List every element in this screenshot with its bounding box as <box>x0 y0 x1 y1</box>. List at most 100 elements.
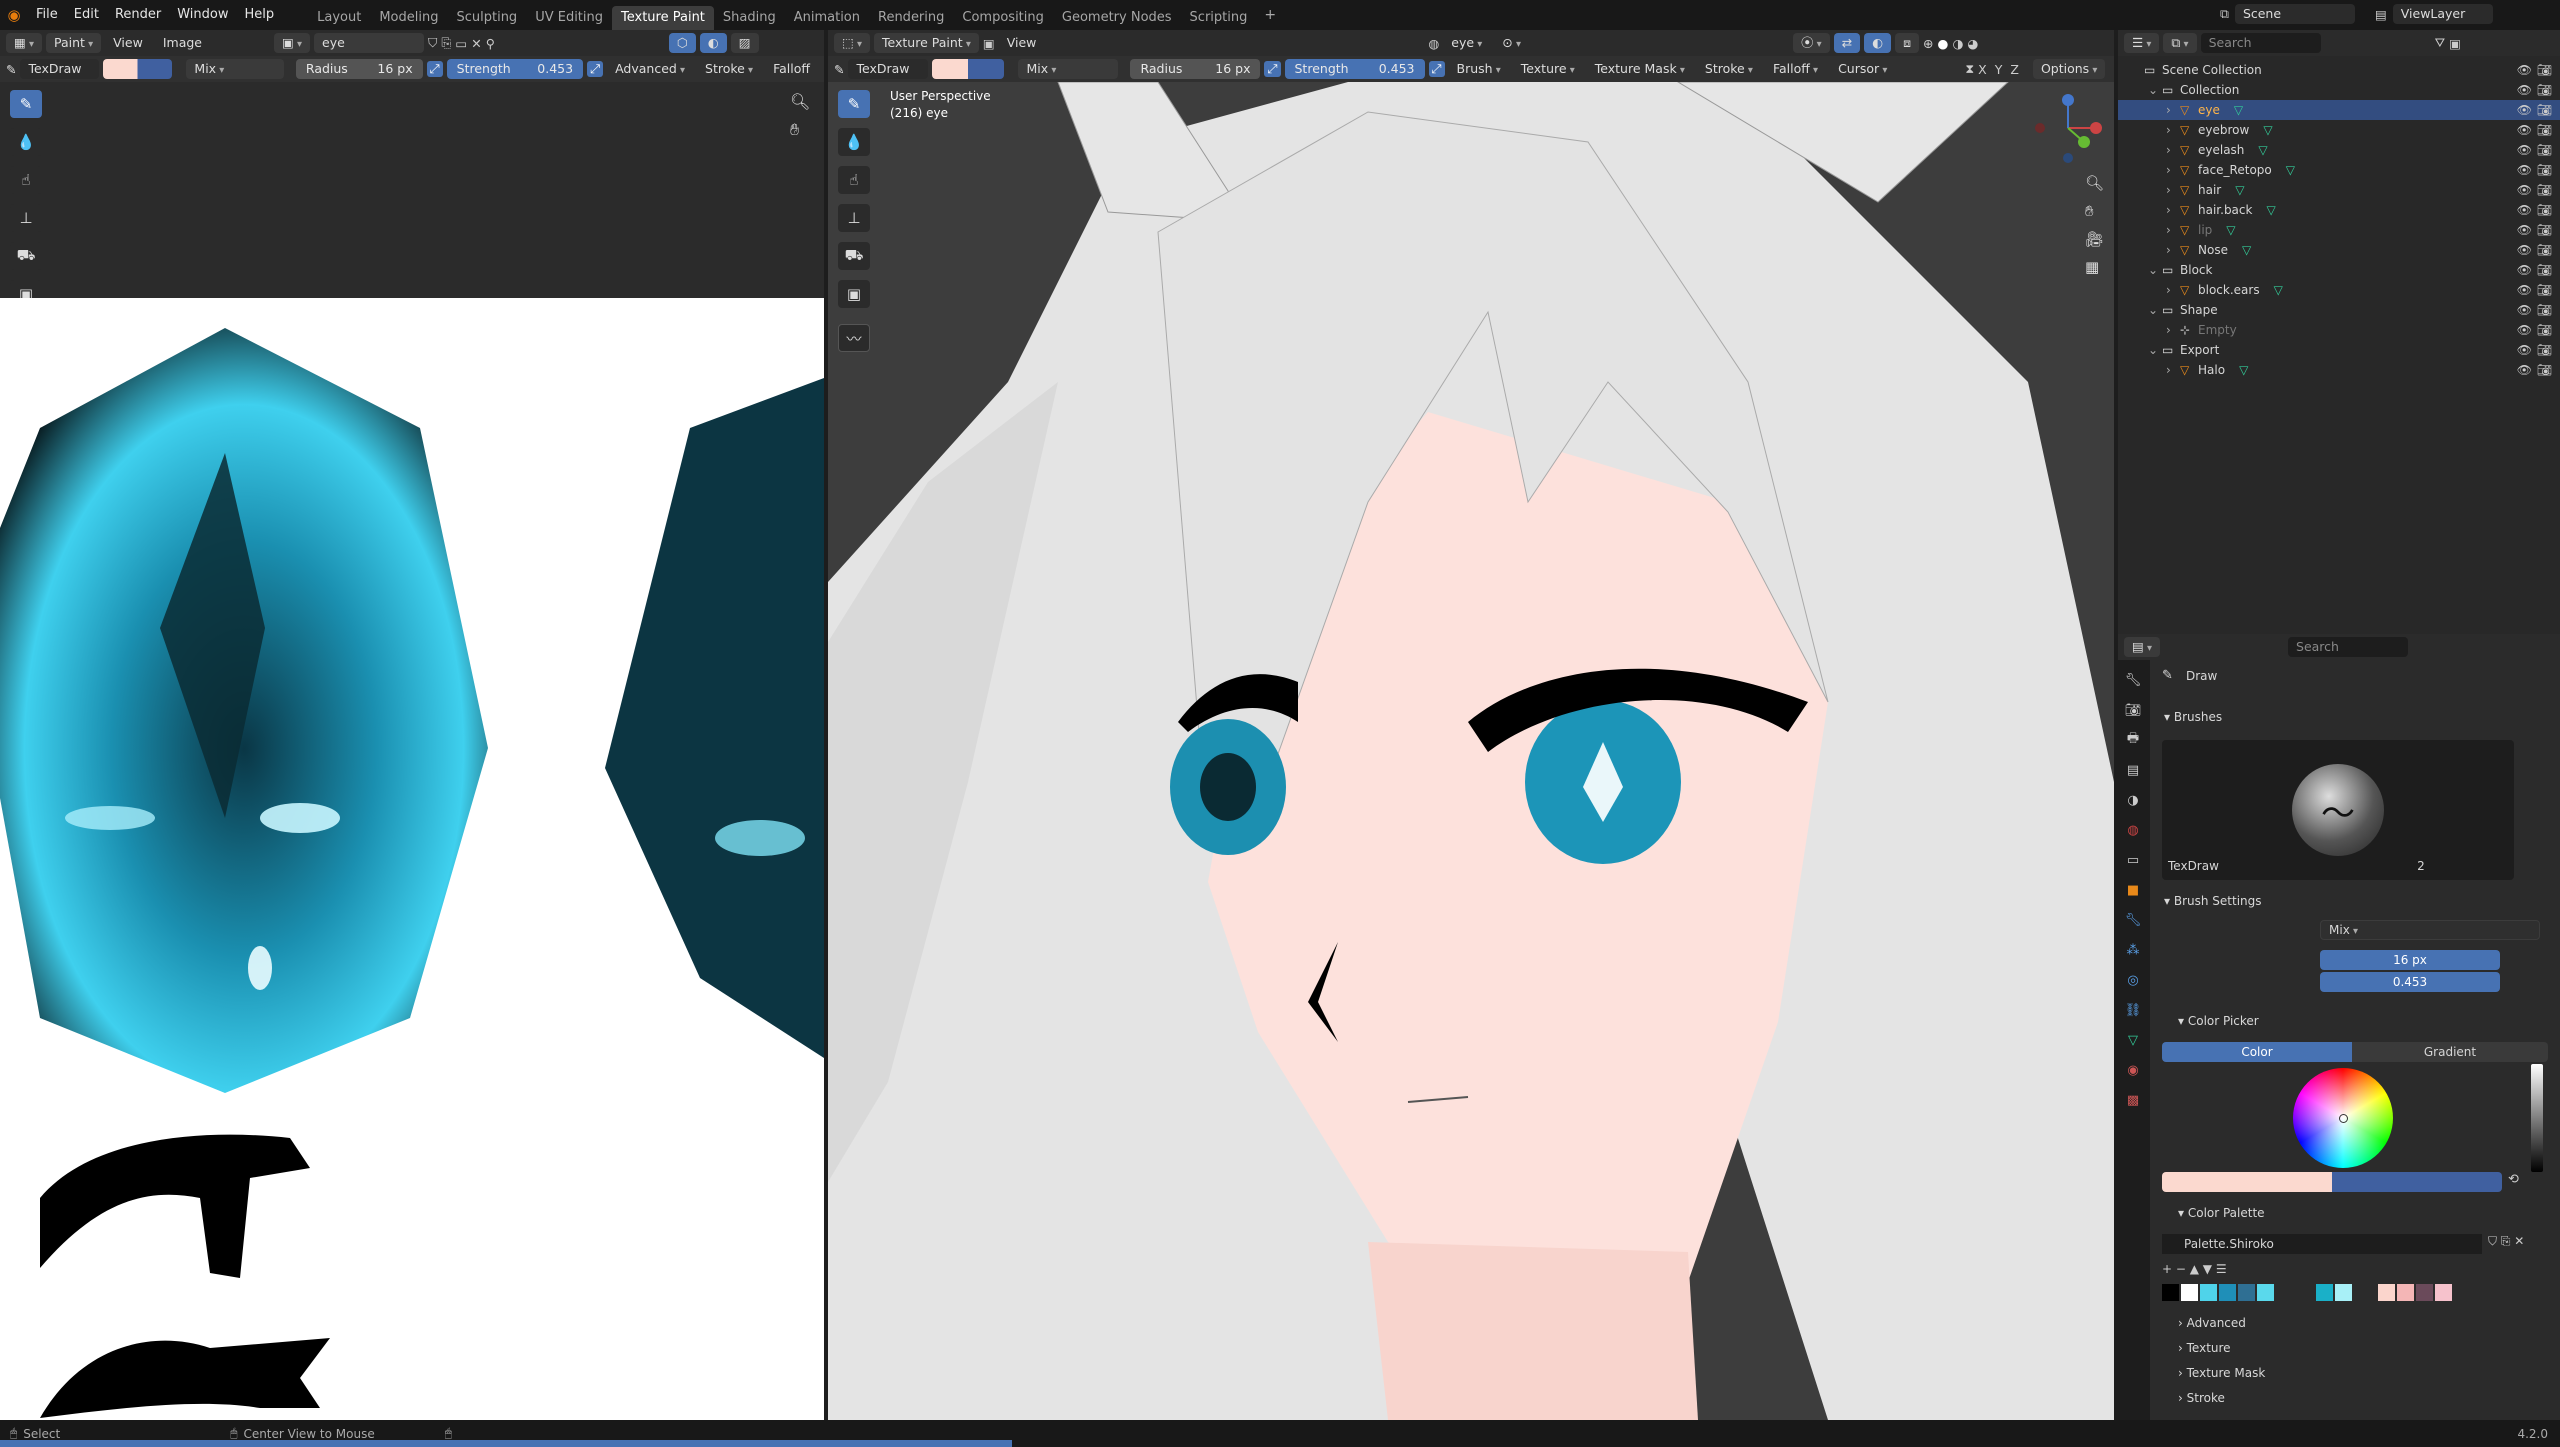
image-strength-field[interactable]: Strength 0.453 <box>446 59 584 79</box>
smear-tool-icon[interactable]: ☝ <box>838 166 870 194</box>
view-layer-tab-icon[interactable]: ▤ <box>2123 760 2143 780</box>
visibility-eye-icon[interactable]: 👁︎ <box>2517 123 2532 137</box>
palette-color-swatch[interactable] <box>2219 1284 2236 1301</box>
brush-users-count[interactable]: 2 <box>2386 856 2456 876</box>
filter-icon[interactable]: ⛛ <box>2435 35 2446 51</box>
menu-help[interactable]: Help <box>237 0 283 30</box>
outliner-row[interactable]: ▭ Scene Collection 👁︎ 📷︎ <box>2118 60 2560 80</box>
outliner-row[interactable]: › ▽ block.ears ▽ 👁︎ 📷︎ <box>2118 280 2560 300</box>
outliner-row[interactable]: › ▽ eyelash ▽ 👁︎ 📷︎ <box>2118 140 2560 160</box>
subpanel-texture-mask[interactable]: › Texture Mask <box>2178 1366 2538 1391</box>
expand-arrow-icon[interactable]: › <box>2166 203 2180 217</box>
tab-rendering[interactable]: Rendering <box>869 6 953 30</box>
image-stroke-menu[interactable]: Stroke <box>697 59 761 79</box>
visibility-eye-icon[interactable]: 👁︎ <box>2517 323 2532 337</box>
image-color-swatch[interactable] <box>102 59 173 79</box>
palette-actions-icon[interactable]: ⛉ ⎘ ✕ <box>2488 1234 2524 1249</box>
viewport-pivot-dropdown[interactable]: ⊙ <box>1494 33 1529 53</box>
visibility-eye-icon[interactable]: 👁︎ <box>2517 63 2532 77</box>
render-camera-icon[interactable]: 📷︎ <box>2537 63 2552 77</box>
outliner-row[interactable]: ⌄ ▭ Block 👁︎ 📷︎ <box>2118 260 2560 280</box>
world-tab-icon[interactable]: ◍ <box>2123 820 2143 840</box>
pressure-radius-icon[interactable]: ⤢ <box>1264 61 1281 77</box>
strength-field[interactable]: 0.453 <box>2320 972 2500 992</box>
expand-arrow-icon[interactable]: › <box>2166 323 2180 337</box>
pressure-radius-icon[interactable]: ⤢ <box>426 61 443 77</box>
value-slider[interactable] <box>2531 1064 2543 1172</box>
visibility-eye-icon[interactable]: 👁︎ <box>2517 203 2532 217</box>
outliner-row[interactable]: › ▽ hair ▽ 👁︎ 📷︎ <box>2118 180 2560 200</box>
palette-color-swatch[interactable] <box>2162 1284 2179 1301</box>
render-camera-icon[interactable]: 📷︎ <box>2537 283 2552 297</box>
shading-material-icon[interactable]: ◑ <box>1952 36 1963 51</box>
object-tab-icon[interactable]: ■ <box>2123 880 2143 900</box>
menu-file[interactable]: File <box>28 0 66 30</box>
render-camera-icon[interactable]: 📷︎ <box>2537 363 2552 377</box>
draw-tool-icon[interactable]: ✎ <box>838 90 870 118</box>
primary-secondary-color-swatch[interactable] <box>2162 1172 2502 1192</box>
visibility-eye-icon[interactable]: 👁︎ <box>2517 263 2532 277</box>
render-camera-icon[interactable]: 📷︎ <box>2537 183 2552 197</box>
gradient-tab[interactable]: Gradient <box>2352 1042 2548 1062</box>
image-falloff-menu[interactable]: Falloff <box>765 59 818 79</box>
outliner-row[interactable]: ⌄ ▭ Collection 👁︎ 📷︎ <box>2118 80 2560 100</box>
viewport-cursor-menu[interactable]: Cursor <box>1830 59 1895 79</box>
viewport-area[interactable]: ✎ 💧 ☝ ⊥ ⛟ ▣ 〰 User Perspective (216) eye… <box>828 82 2114 1420</box>
outliner-row[interactable]: ⌄ ▭ Shape 👁︎ 📷︎ <box>2118 300 2560 320</box>
soften-tool-icon[interactable]: 💧 <box>10 128 42 156</box>
render-camera-icon[interactable]: 📷︎ <box>2537 83 2552 97</box>
xray-toggle-icon[interactable]: ⧈ <box>1895 33 1920 53</box>
color-tab[interactable]: Color <box>2162 1042 2352 1062</box>
outliner-row[interactable]: › ▽ Halo ▽ 👁︎ 📷︎ <box>2118 360 2560 380</box>
palette-color-swatch[interactable] <box>2181 1284 2198 1301</box>
expand-arrow-icon[interactable]: › <box>2166 363 2180 377</box>
fill-tool-icon[interactable]: ⛟ <box>10 242 42 270</box>
pin-icon[interactable]: ⚲ <box>486 36 495 51</box>
new-image-icon[interactable]: ⎘ <box>441 35 451 51</box>
outliner-row[interactable]: › ▽ lip ▽ 👁︎ 📷︎ <box>2118 220 2560 240</box>
tool-tab-icon[interactable]: 🔧︎ <box>2123 670 2143 690</box>
overlay-toggle-icon[interactable]: ◐ <box>1864 33 1892 53</box>
fill-tool-icon[interactable]: ⛟ <box>838 242 870 270</box>
outliner-row[interactable]: › ▽ hair.back ▽ 👁︎ 📷︎ <box>2118 200 2560 220</box>
palette-color-swatch[interactable] <box>2238 1284 2255 1301</box>
symmetry-y-toggle[interactable]: Y <box>1995 62 2003 77</box>
clone-tool-icon[interactable]: ⊥ <box>10 204 42 232</box>
gizmo-toggle-icon[interactable]: ⇄ <box>1833 33 1861 53</box>
outliner-display-mode[interactable]: ⧉ <box>2163 33 2197 53</box>
mask-tool-icon[interactable]: ▣ <box>838 280 870 308</box>
viewport-brush-name[interactable]: TexDraw <box>848 59 929 79</box>
symmetry-x-toggle[interactable]: X <box>1978 62 1987 77</box>
swap-colors-icon[interactable]: ⟲ <box>2508 1172 2519 1187</box>
outliner-row[interactable]: › ▽ Nose ▽ 👁︎ 📷︎ <box>2118 240 2560 260</box>
palette-color-swatch[interactable] <box>2435 1284 2452 1301</box>
display-channels-icon[interactable]: ▨ <box>730 33 759 53</box>
brush-name-field[interactable]: TexDraw <box>2162 856 2382 876</box>
tab-compositing[interactable]: Compositing <box>953 6 1053 30</box>
image-browse-button[interactable]: ▣ <box>273 33 310 53</box>
subpanel-advanced[interactable]: › Advanced <box>2178 1316 2538 1341</box>
visibility-eye-icon[interactable]: 👁︎ <box>2517 83 2532 97</box>
visibility-eye-icon[interactable]: 👁︎ <box>2517 283 2532 297</box>
tab-uv-editing[interactable]: UV Editing <box>526 6 612 30</box>
palette-color-swatch[interactable] <box>2397 1284 2414 1301</box>
expand-arrow-icon[interactable]: › <box>2166 163 2180 177</box>
editor-type-button[interactable]: ▦ <box>6 33 43 53</box>
tab-modeling[interactable]: Modeling <box>370 6 447 30</box>
menu-edit[interactable]: Edit <box>66 0 107 30</box>
view-layer-icon[interactable]: ▤ <box>2375 7 2387 22</box>
outliner-row[interactable]: › ▽ eyebrow ▽ 👁︎ 📷︎ <box>2118 120 2560 140</box>
subpanel-stroke[interactable]: › Stroke <box>2178 1391 2538 1416</box>
viewport-brush-menu[interactable]: Brush <box>1449 59 1509 79</box>
viewport-editor-type[interactable]: ⬚ <box>834 33 871 53</box>
grid-icon[interactable]: ▦ <box>2085 258 2099 276</box>
image-brush-name[interactable]: TexDraw <box>20 59 99 79</box>
expand-arrow-icon[interactable]: ⌄ <box>2148 263 2162 277</box>
expand-arrow-icon[interactable]: › <box>2166 123 2180 137</box>
brush-settings-header[interactable]: ▾ Brush Settings <box>2164 894 2262 908</box>
outliner-editor-type[interactable]: ☰ <box>2124 33 2160 53</box>
outliner-search-input[interactable]: Search <box>2200 33 2321 53</box>
viewport-mode-dropdown[interactable]: Texture Paint <box>874 33 979 53</box>
overlays-icon[interactable]: ◐ <box>699 33 727 53</box>
pan-icon[interactable]: ✋︎ <box>790 120 799 140</box>
